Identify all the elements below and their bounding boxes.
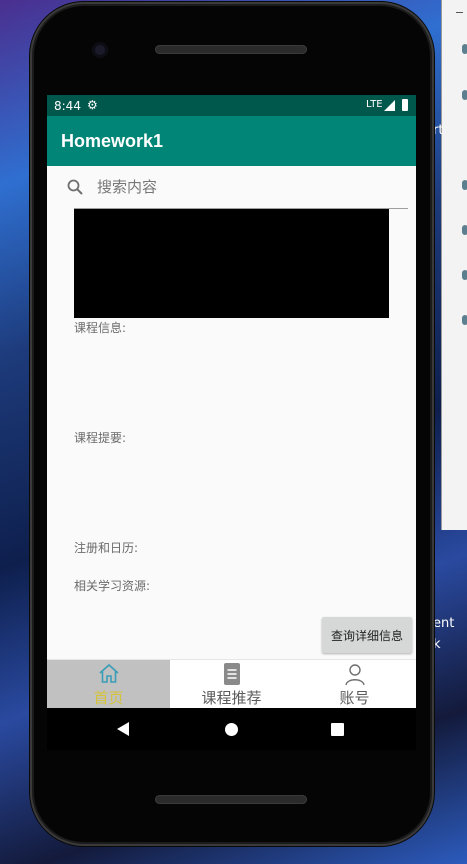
top-speaker (155, 45, 307, 54)
minimize-icon[interactable] (456, 12, 463, 13)
nav-item-account[interactable]: 账号 (293, 660, 416, 708)
search-bar[interactable]: 搜索内容 (47, 166, 416, 208)
bottom-navigation: 首页 课程推荐 账号 (47, 659, 416, 708)
front-camera-icon (92, 42, 108, 58)
network-type: LTE (366, 99, 383, 110)
status-bar: 8:44 ⚙ LTE (47, 95, 416, 116)
document-icon (223, 663, 240, 685)
toolbar-icon[interactable] (462, 315, 467, 325)
desktop-side-panel (441, 0, 467, 530)
bottom-speaker (155, 795, 307, 804)
toolbar-icon[interactable] (462, 270, 467, 280)
course-info-label: 课程信息: (74, 321, 127, 335)
nav-label-account: 账号 (339, 689, 370, 707)
related-resources-label: 相关学习资源: (74, 579, 151, 593)
desktop-side-text: rt (433, 123, 444, 138)
app-bar: Homework1 (47, 116, 416, 166)
registration-calendar-label: 注册和日历: (74, 541, 139, 555)
search-icon (67, 179, 83, 195)
home-button-icon[interactable] (225, 723, 238, 736)
battery-icon (402, 99, 408, 111)
settings-gear-icon: ⚙ (87, 98, 98, 112)
desktop-side-text: k (433, 637, 441, 652)
signal-icon (384, 100, 395, 111)
nav-item-home[interactable]: 首页 (47, 660, 170, 708)
system-navigation-bar (47, 708, 416, 750)
toolbar-icon[interactable] (462, 180, 467, 190)
toolbar-icon[interactable] (462, 44, 467, 54)
status-time: 8:44 (54, 99, 81, 113)
desktop-side-text: ent (433, 616, 455, 631)
toolbar-icon[interactable] (462, 90, 467, 100)
nav-label-home: 首页 (93, 689, 124, 707)
app-screen: 8:44 ⚙ LTE Homework1 搜索内容 课程信息: 课程提要: 注册… (47, 95, 416, 708)
nav-item-recommend[interactable]: 课程推荐 (170, 660, 293, 708)
search-input[interactable]: 搜索内容 (97, 176, 157, 197)
app-title: Homework1 (61, 131, 164, 151)
home-icon (98, 663, 119, 683)
back-icon[interactable] (117, 722, 129, 736)
search-underline (74, 208, 408, 209)
recent-apps-icon[interactable] (331, 723, 344, 736)
person-icon (344, 664, 365, 686)
nav-label-recommend: 课程推荐 (201, 689, 262, 707)
toolbar-icon[interactable] (462, 225, 467, 235)
query-details-button[interactable]: 查询详细信息 (322, 617, 412, 653)
course-summary-label: 课程提要: (74, 431, 127, 445)
course-image (74, 208, 389, 318)
